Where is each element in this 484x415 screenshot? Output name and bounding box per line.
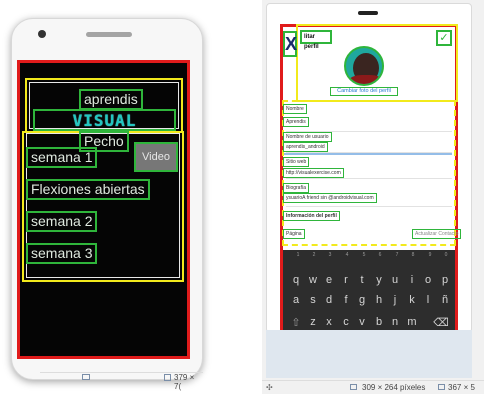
field-name-label: Nombre	[283, 104, 307, 114]
left-phone-speaker	[86, 32, 132, 37]
profile-info-heading: Información del perfil	[283, 211, 340, 221]
change-photo-text: Cambiar foto del perfil	[337, 88, 391, 94]
list-item-semana-2[interactable]: semana 2	[26, 211, 98, 232]
list-item-semana-3[interactable]: semana 3	[26, 243, 98, 264]
banner-logo: VISUAL EXERCISE	[33, 109, 176, 131]
key-p[interactable]: p	[435, 274, 455, 286]
left-status-bar: 379 × 7(	[40, 372, 203, 391]
keyboard-row-1: q w e r t y u i o p	[286, 274, 454, 288]
field-bio-label: Biografía	[283, 183, 310, 193]
backspace-key[interactable]: ⌫	[431, 316, 451, 329]
field-website-value[interactable]: http://visualexercise.com	[283, 168, 344, 178]
change-photo-link[interactable]: Cambiar foto del perfil	[330, 87, 398, 96]
separator-4	[286, 206, 452, 207]
edit-profile-title-text: litar perfil	[304, 34, 319, 50]
video-button-label: Video	[142, 151, 170, 163]
field-username-value[interactable]: aprendis_android	[283, 142, 328, 152]
keyboard-number-row: 1 2 3 4 5 6 7 8 9 0	[286, 252, 454, 260]
right-phone-speaker	[358, 11, 378, 15]
keyboard-row-3: ⇧ z x c v b n m ⌫	[286, 316, 454, 330]
keyboard-row-2: a s d f g h j k l ñ	[286, 294, 454, 308]
separator-3	[286, 178, 452, 179]
close-button[interactable]: X	[283, 31, 297, 57]
header-title: aprendis	[79, 89, 143, 110]
selection-icon	[82, 374, 90, 380]
video-button[interactable]: Video	[134, 142, 178, 172]
check-icon: ✓	[439, 32, 449, 44]
left-phone-camera	[38, 30, 46, 38]
right-status-size: 309 × 264 píxeles	[362, 383, 426, 392]
field-website-label: Sitio web	[283, 157, 310, 167]
right-phone-bottom	[266, 330, 472, 378]
key-m[interactable]: m	[402, 316, 422, 328]
avatar[interactable]	[344, 46, 384, 86]
update-contact-button[interactable]: Actualizar Contacto	[412, 229, 462, 239]
field-username-label: Nombre de usuario	[283, 132, 332, 142]
left-status-size: 379 × 7(	[174, 373, 195, 391]
confirm-button[interactable]: ✓	[436, 30, 452, 46]
key-enye[interactable]: ñ	[435, 294, 455, 306]
size-icon	[164, 374, 171, 381]
right-status-size-2: 367 × 5	[448, 383, 475, 392]
right-status-bar: ✣ 309 × 264 píxeles 367 × 5	[262, 380, 484, 394]
key-0[interactable]: 0	[436, 252, 456, 258]
selection-size-icon	[350, 384, 357, 390]
field-name-value[interactable]: Aprendis	[283, 117, 309, 127]
list-item-flexiones[interactable]: Flexiones abiertas	[26, 179, 150, 200]
close-icon: X	[285, 34, 298, 54]
field-bio-value[interactable]: ysuarioA friend sin @androidvisual.com	[283, 193, 377, 203]
username-underline	[284, 153, 452, 155]
move-icon: ✣	[266, 383, 273, 392]
banner-text: VISUAL EXERCISE	[72, 111, 137, 130]
size-icon-2	[438, 384, 445, 390]
list-item-semana-1[interactable]: semana 1	[26, 147, 98, 168]
edit-profile-title: litar perfil	[300, 30, 332, 50]
field-page-label[interactable]: Página	[283, 229, 305, 239]
